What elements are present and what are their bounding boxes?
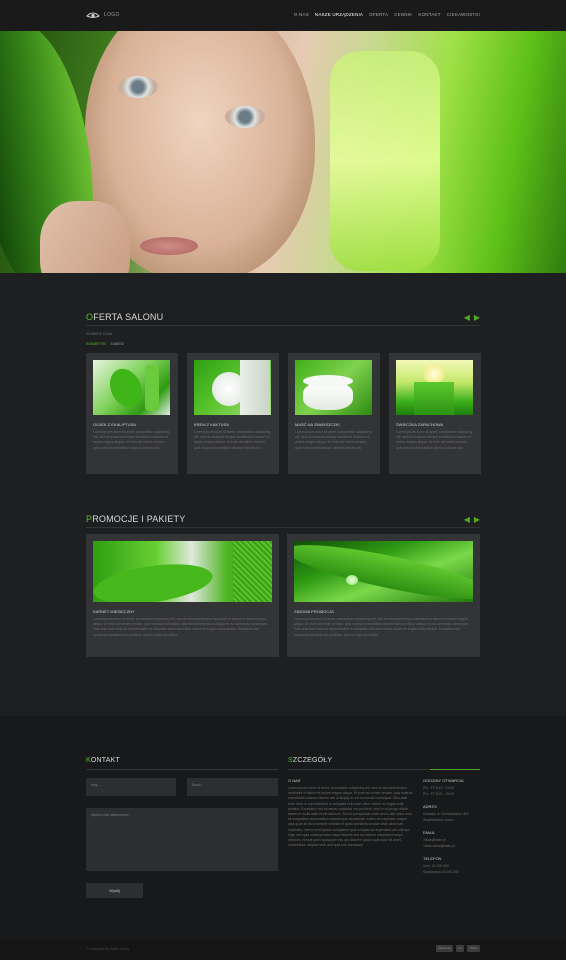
promo-card[interactable]: ZIMOWA PROMOCJA Lorem ipsum dolor sit am… — [287, 534, 480, 657]
logo[interactable]: LOGO — [86, 10, 120, 20]
filter-zabiegi[interactable]: ZABIEGI — [110, 342, 124, 346]
nav-item-ciekawostki[interactable]: CIEKAWOSTKI — [447, 12, 480, 17]
promocje-arrows: ◀ ▶ — [464, 516, 480, 524]
product-description: Lorem ipsum dolor sit amet, consectetur … — [396, 430, 473, 450]
social-links: Facebook G+ Twitter — [435, 945, 480, 952]
nav-item-nasze-urzadzenia[interactable]: NASZE URZĄDZENIA — [315, 12, 363, 17]
product-image — [194, 360, 271, 415]
hours-title: GODZINY OTWARCIA — [423, 778, 464, 783]
about-text: Lorem ipsum dolor sit amet, consectetur … — [288, 786, 413, 848]
product-title: ŚWIECZKA ZAPACHOWA — [396, 422, 444, 427]
promo-description: Lorem ipsum dolor sit amet, consectetur … — [294, 617, 469, 637]
footer — [0, 716, 566, 940]
promo-image — [93, 541, 272, 602]
product-image — [396, 360, 473, 415]
promo-title: KARNET MIESIĘCZNY — [93, 609, 135, 614]
next-arrow-icon[interactable]: ▶ — [474, 314, 480, 322]
copyright: © Copyright by Salon Urody — [86, 947, 130, 951]
filter-kosmetyki[interactable]: KOSMETYKI — [86, 342, 106, 346]
product-image — [93, 360, 170, 415]
oferta-divider — [86, 325, 480, 326]
nav-item-cennik[interactable]: CENNIK — [394, 12, 412, 17]
message-textarea[interactable]: Wpisz treść wiadomości... — [86, 808, 278, 871]
bottom-bar — [0, 940, 566, 960]
product-title: KREM Z KAKTUSA — [194, 422, 229, 427]
twitter-icon[interactable]: Twitter — [467, 945, 480, 952]
szczegoly-accent — [430, 769, 480, 770]
nav-item-o-nas[interactable]: O NAS — [294, 12, 309, 17]
product-title: MAŚĆ NA ZMARSZCZKI — [295, 422, 340, 427]
oferta-filters: KOSMETYKI ZABIEGI — [86, 342, 124, 346]
product-card[interactable]: OLDEK Z EKALIPTUSA Lorem ipsum dolor sit… — [86, 353, 178, 474]
submit-button[interactable]: Wyślij — [86, 883, 143, 898]
oferta-breadcrumb: WYBIERZ DZIAŁ — [86, 332, 113, 336]
email-input[interactable]: Email... — [187, 778, 278, 796]
promo-card[interactable]: KARNET MIESIĘCZNY Lorem ipsum dolor sit … — [86, 534, 279, 657]
hero-image — [0, 31, 566, 273]
oferta-arrows: ◀ ▶ — [464, 314, 480, 322]
hours-line: PN - PT 8:10 - 22:00 — [423, 786, 455, 790]
next-arrow-icon[interactable]: ▶ — [474, 516, 480, 524]
nav-item-oferta[interactable]: OFERTA — [369, 12, 388, 17]
prev-arrow-icon[interactable]: ◀ — [464, 516, 470, 524]
product-card[interactable]: KREM Z KAKTUSA Lorem ipsum dolor sit ame… — [187, 353, 279, 474]
prev-arrow-icon[interactable]: ◀ — [464, 314, 470, 322]
product-description: Lorem ipsum dolor sit amet, consectetur … — [93, 430, 170, 450]
logo-text: LOGO — [104, 12, 120, 18]
address-line: Województwo Kaniu — [423, 818, 454, 822]
promo-title: ZIMOWA PROMOCJA — [294, 609, 334, 614]
main-nav: O NAS NASZE URZĄDZENIA OFERTA CENNIK KON… — [294, 12, 480, 17]
product-description: Lorem ipsum dolor sit amet, consectetur … — [295, 430, 372, 450]
product-card[interactable]: ŚWIECZKA ZAPACHOWA Lorem ipsum dolor sit… — [389, 353, 481, 474]
email-link[interactable]: Tissie.ziena@wlan.pl — [423, 844, 483, 849]
kontakt-title: KONTAKT — [86, 757, 120, 764]
product-image — [295, 360, 372, 415]
product-title: OLDEK Z EKALIPTUSA — [93, 422, 136, 427]
kontakt-divider — [86, 769, 278, 770]
promocje-divider — [86, 527, 480, 528]
top-bar: LOGO O NAS NASZE URZĄDZENIA OFERTA CENNI… — [0, 0, 566, 31]
szczegoly-title: SZCZEGÓŁY — [288, 757, 333, 764]
phone-line: Stacjonarny 64 000 000 — [423, 870, 459, 874]
google-plus-icon[interactable]: G+ — [456, 945, 465, 952]
email-title: EMAIL — [423, 830, 436, 835]
product-card[interactable]: MAŚĆ NA ZMARSZCZKI Lorem ipsum dolor sit… — [288, 353, 380, 474]
facebook-icon[interactable]: Facebook — [435, 945, 454, 952]
promocje-title: PROMOCJE I PAKIETY — [86, 514, 186, 524]
address-line: Koszalin ul. Grunwaldzka 18/2 — [423, 812, 469, 816]
product-description: Lorem ipsum dolor sit amet, consectetur … — [194, 430, 271, 450]
address-title: ADRES — [423, 804, 437, 809]
phone-line: Kom. 64 000 000 — [423, 864, 449, 868]
logo-eye-icon — [86, 12, 100, 18]
phone-title: TELEFON — [423, 856, 442, 861]
oferta-title: OFERTA SALONU — [86, 312, 164, 322]
about-title: O NAS — [288, 778, 301, 783]
promo-image — [294, 541, 473, 602]
email-link[interactable]: Tissie@wlan.pl — [423, 838, 483, 843]
nav-item-kontakt[interactable]: KONTAKT — [418, 12, 440, 17]
hours-line: PN - PT 8:00 - 20:00 — [423, 792, 455, 796]
promo-description: Lorem ipsum dolor sit amet, consectetur … — [93, 617, 268, 637]
name-input[interactable]: Imię... — [86, 778, 176, 796]
